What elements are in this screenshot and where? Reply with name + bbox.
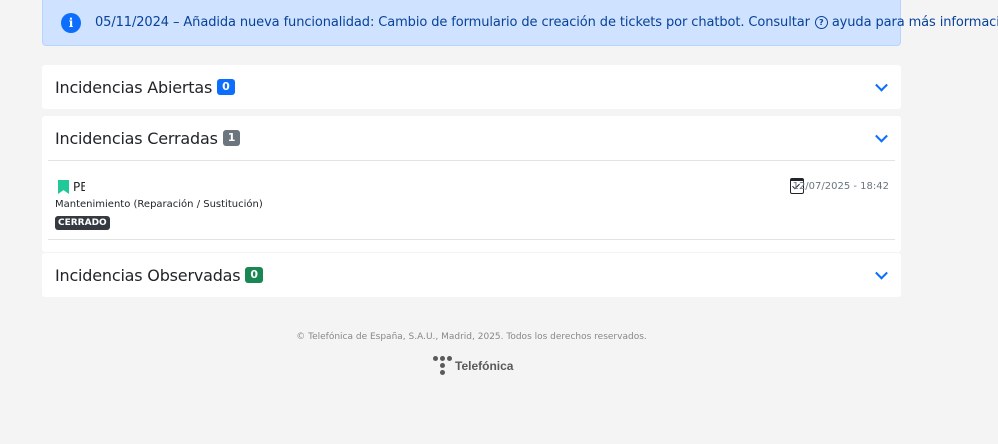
notice-text-before: 05/11/2024 – Añadida nueva funcionalidad… bbox=[95, 15, 810, 30]
chevron-down-icon[interactable] bbox=[875, 129, 888, 143]
open-incidents-card: Incidencias Abiertas 0 bbox=[42, 65, 901, 109]
ticket-item[interactable]: PE Mantenimiento (Reparación / Sustituci… bbox=[48, 161, 895, 240]
chevron-down-icon[interactable] bbox=[875, 78, 888, 92]
observed-incidents-card: Incidencias Observadas 0 bbox=[42, 253, 901, 297]
help-icon[interactable]: ? bbox=[814, 16, 828, 29]
status-badge: CERRADO bbox=[55, 216, 110, 230]
brand-name: Telefónica bbox=[455, 359, 514, 373]
notice-text: 05/11/2024 – Añadida nueva funcionalidad… bbox=[95, 15, 998, 30]
observed-incidents-count-badge: 0 bbox=[245, 267, 264, 283]
page: i 05/11/2024 – Añadida nueva funcionalid… bbox=[0, 0, 998, 444]
telefonica-logo-icon bbox=[433, 356, 452, 376]
info-icon: i bbox=[61, 12, 81, 33]
telefonica-logo: Telefónica bbox=[433, 356, 513, 376]
notice-text-after: ayuda para más información. bbox=[831, 15, 998, 30]
open-incidents-header[interactable]: Incidencias Abiertas 0 bbox=[42, 65, 901, 109]
chevron-down-icon[interactable] bbox=[875, 266, 888, 280]
info-notice: i 05/11/2024 – Añadida nueva funcionalid… bbox=[42, 0, 998, 46]
ticket-type: Mantenimiento (Reparación / Sustitución) bbox=[55, 199, 263, 210]
closed-incidents-card: Incidencias Cerradas 1 PE Mantenimiento … bbox=[42, 116, 901, 252]
ticket-date: 12/07/2025 - 18:42 bbox=[792, 181, 889, 192]
footer-copyright: © Telefónica de España, S.A.U., Madrid, … bbox=[296, 332, 647, 342]
closed-incidents-title: Incidencias Cerradas bbox=[55, 128, 218, 148]
closed-incidents-header[interactable]: Incidencias Cerradas 1 bbox=[42, 116, 901, 160]
observed-incidents-header[interactable]: Incidencias Observadas 0 bbox=[42, 253, 901, 297]
open-incidents-count-badge: 0 bbox=[217, 79, 235, 95]
observed-incidents-title: Incidencias Observadas bbox=[55, 265, 241, 285]
bookmark-icon bbox=[58, 180, 69, 194]
open-incidents-title: Incidencias Abiertas bbox=[55, 77, 213, 97]
ticket-code: PE bbox=[73, 180, 85, 194]
closed-incidents-count-badge: 1 bbox=[222, 130, 241, 146]
